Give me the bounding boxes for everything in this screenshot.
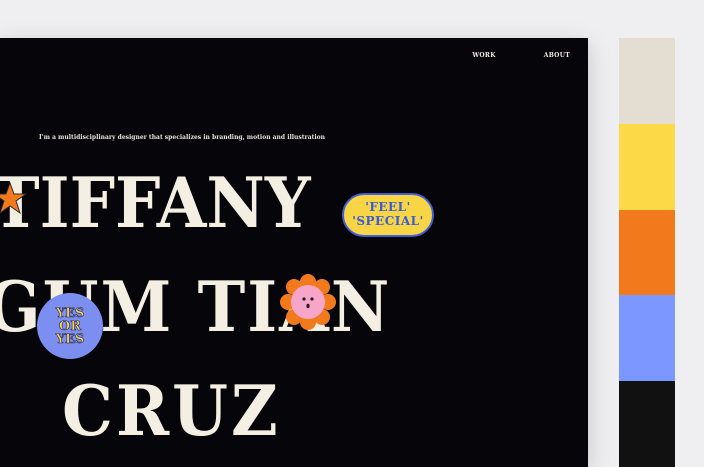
palette-swatch-yellow <box>619 123 675 210</box>
feel-sticker-line-1: 'FEEL' <box>365 200 411 215</box>
color-palette <box>619 38 675 467</box>
yes-sticker-line-1: YES <box>55 305 85 321</box>
palette-swatch-black <box>619 381 675 467</box>
palette-swatch-orange <box>619 209 675 296</box>
feel-special-sticker: 'FEEL' 'SPECIAL' <box>342 193 434 237</box>
palette-swatch-cream <box>619 38 675 124</box>
smiley-flower-icon <box>280 274 336 330</box>
nav-link-about[interactable]: ABOUT <box>544 52 570 59</box>
feel-sticker-line-2: 'SPECIAL' <box>352 214 424 228</box>
top-nav: WORK ABOUT <box>472 52 570 59</box>
yes-or-yes-sticker: YES OR YES <box>37 293 103 359</box>
hero-name-line-3: CRUZ <box>62 371 281 453</box>
hero-name-line-1: TIFFANY <box>0 163 311 245</box>
yes-sticker-line-2: OR <box>58 318 82 334</box>
website-preview: WORK ABOUT I'm a multidisciplinary desig… <box>0 38 588 467</box>
yes-sticker-line-3: YES <box>55 331 85 347</box>
palette-swatch-blue <box>619 295 675 382</box>
orange-star-icon <box>0 181 28 215</box>
screenshot-canvas: WORK ABOUT I'm a multidisciplinary desig… <box>0 0 704 467</box>
hero-tagline: I'm a multidisciplinary designer that sp… <box>39 134 326 141</box>
nav-link-work[interactable]: WORK <box>472 52 495 59</box>
